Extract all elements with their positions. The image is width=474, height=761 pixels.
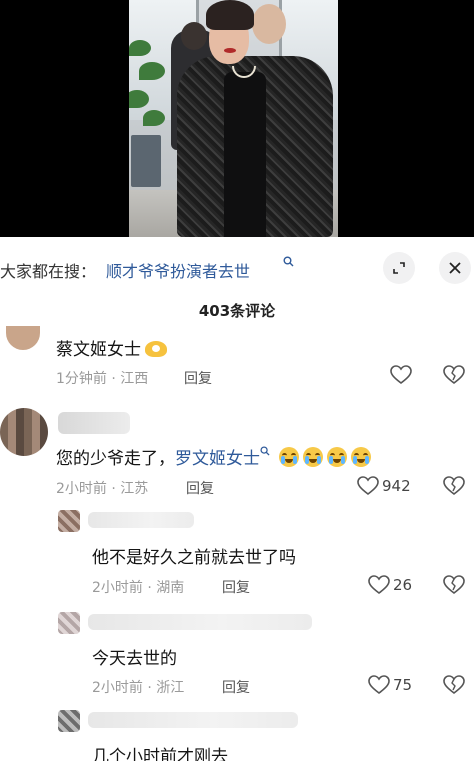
like-count: 75 [393, 676, 413, 694]
comments-count: 403条评论 [198, 302, 276, 320]
comment-location: 浙江 [156, 680, 185, 696]
like-button[interactable]: 942 [357, 476, 411, 496]
comment-text: 蔡文姬女士 [56, 340, 141, 360]
search-icon [260, 446, 270, 456]
video-frame [129, 0, 338, 237]
username-blurred[interactable] [88, 512, 194, 528]
crying-emoji [351, 447, 372, 467]
crying-emoji [279, 447, 300, 467]
search-icon[interactable] [283, 256, 294, 270]
dislike-button[interactable] [443, 675, 465, 695]
heart-icon [368, 675, 390, 695]
heart-icon [357, 476, 379, 496]
comment-time: 1分钟前 [56, 371, 107, 387]
broken-heart-icon [443, 675, 465, 695]
heart-icon [390, 365, 412, 385]
search-suggestion-bar[interactable]: 大家都在搜： 顺才爷爷扮演者去世 [0, 250, 474, 288]
comment-text: 您的少爷走了， [56, 449, 175, 469]
avatar[interactable] [58, 710, 80, 732]
broken-heart-icon [443, 365, 465, 385]
search-suggestion-query[interactable]: 顺才爷爷扮演者去世 [106, 258, 250, 282]
comment-time: 2小时前 [92, 580, 143, 596]
plant-pot [131, 135, 161, 187]
like-count: 26 [393, 576, 413, 594]
broken-heart-icon [443, 476, 465, 496]
comment-text: 他不是好久之前就去世了吗 [92, 548, 296, 568]
username-blurred[interactable] [88, 712, 298, 728]
expand-icon[interactable] [383, 252, 415, 284]
username-blurred[interactable] [58, 412, 130, 434]
reply-button[interactable]: 回复 [186, 478, 214, 498]
background-person-head [252, 4, 286, 44]
comment-location: 湖南 [156, 580, 185, 596]
reply-button[interactable]: 回复 [222, 577, 250, 597]
reply-button[interactable]: 回复 [222, 677, 250, 697]
crying-emoji [303, 447, 324, 467]
search-suggestion-label: 大家都在搜： [0, 262, 97, 281]
comment-time: 2小时前 [92, 680, 143, 696]
comment-location: 江西 [120, 371, 149, 387]
avatar[interactable] [58, 510, 80, 532]
comment-text: 几个小时前才刚去 [92, 747, 228, 761]
heart-hands-emoji [145, 341, 167, 357]
username-blurred[interactable] [88, 614, 312, 630]
like-button[interactable]: 26 [368, 575, 412, 595]
avatar[interactable] [0, 408, 48, 456]
dislike-button[interactable] [443, 365, 465, 385]
video-player[interactable] [0, 0, 474, 237]
woman-hair [206, 0, 254, 30]
like-button[interactable] [390, 365, 412, 385]
close-icon[interactable] [439, 252, 471, 284]
dislike-button[interactable] [443, 575, 465, 595]
comment-time: 2小时前 [56, 481, 107, 497]
mention-link[interactable]: 罗文姬女士 [175, 449, 260, 469]
comment-text: 今天去世的 [92, 649, 177, 669]
crying-emoji [327, 447, 348, 467]
reply-button[interactable]: 回复 [184, 368, 212, 388]
avatar[interactable] [58, 612, 80, 634]
comment-location: 江苏 [120, 481, 149, 497]
like-count: 942 [382, 477, 411, 495]
avatar[interactable] [6, 326, 40, 350]
heart-icon [368, 575, 390, 595]
like-button[interactable]: 75 [368, 675, 412, 695]
dislike-button[interactable] [443, 476, 465, 496]
broken-heart-icon [443, 575, 465, 595]
